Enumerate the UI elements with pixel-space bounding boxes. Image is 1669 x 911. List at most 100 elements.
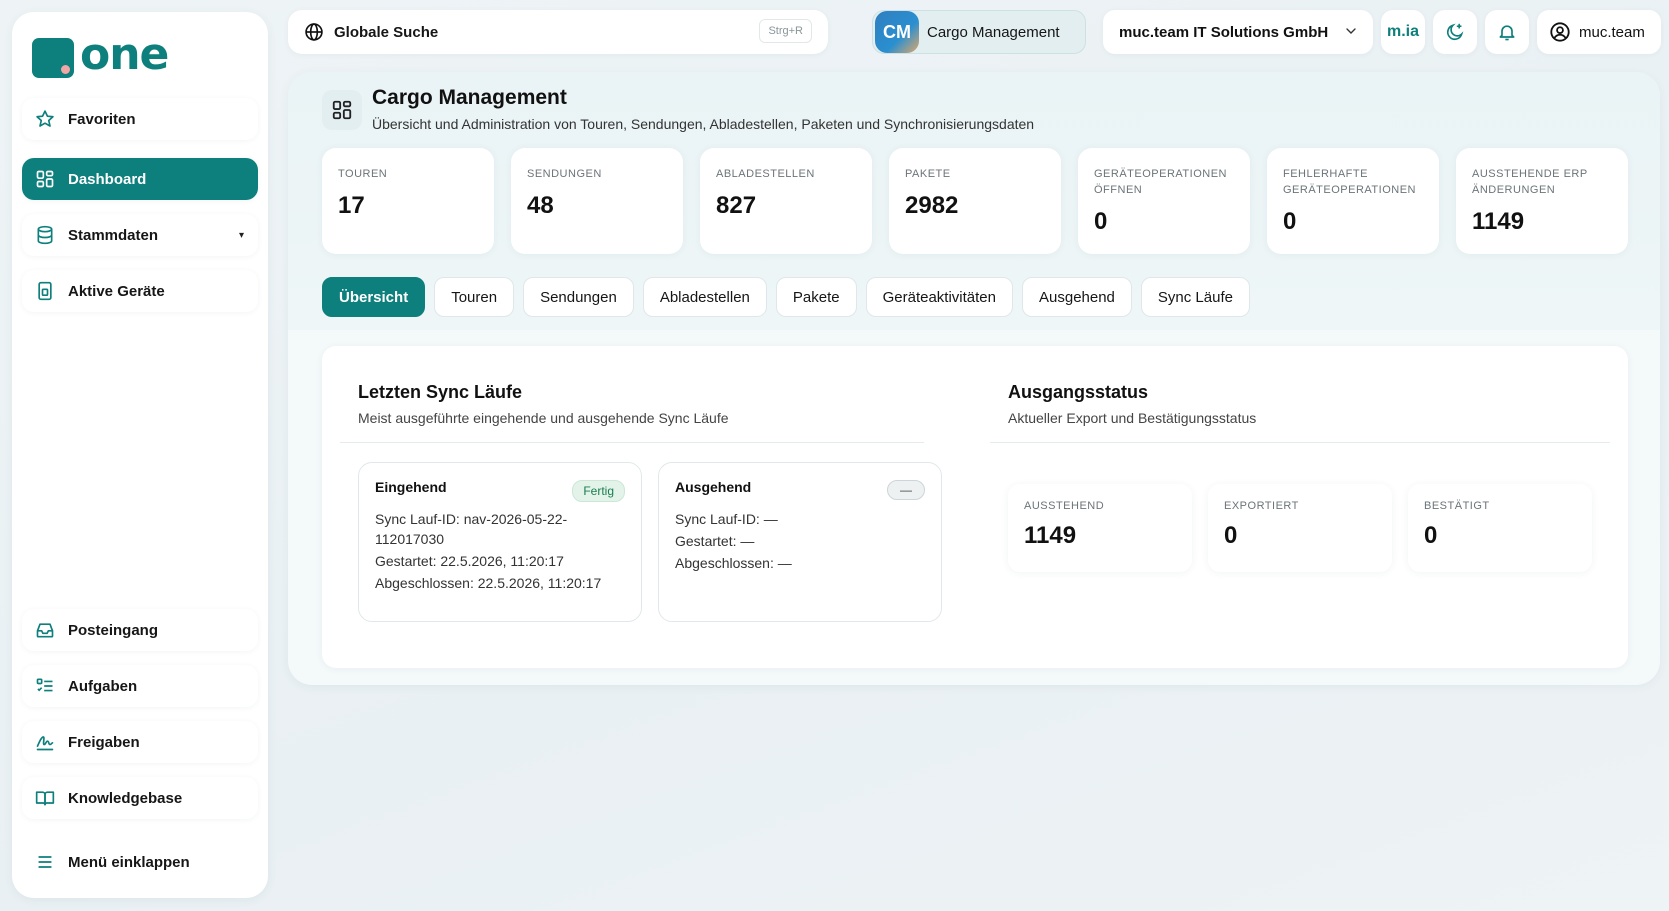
output-card-bestaetigt: Bestätigt 0 [1408, 484, 1592, 572]
database-icon [34, 224, 56, 246]
moon-icon [1445, 22, 1465, 42]
tab-sendungen[interactable]: Sendungen [523, 277, 634, 317]
chevron-down-icon [1343, 23, 1359, 39]
tab-touren[interactable]: Touren [434, 277, 515, 317]
panel-subtitle: Meist ausgeführte eingehende und ausgehe… [358, 410, 729, 426]
output-label: Ausstehend [1024, 500, 1105, 512]
stat-value: 0 [1094, 208, 1108, 235]
sidebar-item-posteingang[interactable]: Posteingang [22, 609, 258, 651]
stat-card-fehlerhafte-geraeteoperationen: Fehlerhafte Geräteoperationen 0 [1267, 148, 1439, 254]
page-title: Cargo Management [372, 86, 567, 109]
sync-started: Gestartet: — [675, 533, 755, 549]
sidebar-item-aktive-geraete[interactable]: Aktive Geräte [22, 270, 258, 312]
output-card-exportiert: Exportiert 0 [1208, 484, 1392, 572]
theme-toggle-button[interactable] [1433, 10, 1477, 54]
tab-geraeteaktivitaeten[interactable]: Geräteaktivitäten [865, 277, 1013, 317]
tab-sync-laeufe[interactable]: Sync Läufe [1140, 277, 1250, 317]
stat-label: Sendungen [527, 168, 602, 180]
sidebar-item-stammdaten[interactable]: Stammdaten ▾ [22, 214, 258, 256]
notifications-button[interactable] [1485, 10, 1529, 54]
user-menu-button[interactable]: muc.team [1537, 10, 1661, 54]
stat-value: 17 [338, 192, 365, 219]
main-content: Cargo Management Übersicht und Administr… [288, 72, 1660, 685]
stat-card-sendungen: Sendungen 48 [511, 148, 683, 254]
overview-content: Letzten Sync Läufe Meist ausgeführte ein… [322, 346, 1628, 668]
sidebar-item-label: Aufgaben [68, 677, 138, 695]
stat-card-abladestellen: Abladestellen 827 [700, 148, 872, 254]
sidebar-item-favoriten[interactable]: Favoriten [22, 98, 258, 140]
status-badge: Fertig [572, 480, 625, 502]
dashboard-icon [34, 168, 56, 190]
globe-icon [304, 22, 324, 42]
page-subtitle: Übersicht und Administration von Touren,… [372, 116, 1035, 132]
app-switcher[interactable]: CM Cargo Management [872, 10, 1086, 54]
output-card-ausstehend: Ausstehend 1149 [1008, 484, 1192, 572]
stat-card-pakete: Pakete 2982 [889, 148, 1061, 254]
output-label: Exportiert [1224, 500, 1299, 512]
app-badge: CM [875, 11, 919, 53]
sidebar-item-dashboard[interactable]: Dashboard [22, 158, 258, 200]
sidebar-item-label: Stammdaten [68, 226, 159, 244]
user-circle-icon [1549, 21, 1571, 43]
assistant-label: m.ia [1386, 23, 1419, 40]
star-icon [34, 108, 56, 130]
divider [340, 442, 924, 443]
logo-mark [32, 38, 74, 78]
tasks-icon [34, 675, 56, 697]
tab-abladestellen[interactable]: Abladestellen [642, 277, 767, 317]
sync-finished: Abgeschlossen: 22.5.2026, 11:20:17 [375, 575, 602, 591]
sidebar-item-freigaben[interactable]: Freigaben [22, 721, 258, 763]
stat-value: 827 [716, 192, 757, 219]
divider [990, 442, 1610, 443]
menu-icon [34, 851, 56, 873]
sidebar-item-label: Favoriten [68, 110, 136, 128]
assistant-button[interactable]: m.ia [1381, 10, 1425, 54]
company-selector[interactable]: muc.team IT Solutions GmbH [1103, 10, 1373, 54]
sync-card-outgoing: Ausgehend — Sync Lauf-ID: — Gestartet: —… [658, 462, 942, 622]
stat-label: Geräteoperationen öffnen [1094, 168, 1227, 196]
sidebar-item-label: Dashboard [68, 170, 147, 188]
sidebar-item-label: Freigaben [68, 733, 140, 751]
tab-bar: Übersicht Touren Sendungen Abladestellen… [322, 277, 1250, 317]
panel-title: Ausgangsstatus [1008, 382, 1149, 402]
sync-card-incoming: Eingehend Fertig Sync Lauf-ID: nav-2026-… [358, 462, 642, 622]
output-value: 1149 [1024, 522, 1077, 549]
app-name: Cargo Management [927, 23, 1060, 41]
panel-title: Letzten Sync Läufe [358, 382, 523, 402]
global-search-button[interactable]: Globale Suche Strg+R [288, 10, 828, 54]
tab-ausgehend[interactable]: Ausgehend [1022, 277, 1132, 317]
sidebar-item-label: Menü einklappen [68, 853, 190, 871]
sync-started: Gestartet: 22.5.2026, 11:20:17 [375, 553, 564, 569]
search-shortcut: Strg+R [759, 19, 812, 43]
stat-value: 2982 [905, 192, 959, 219]
stat-label: Abladestellen [716, 168, 815, 180]
signature-icon [34, 731, 56, 753]
output-label: Bestätigt [1424, 500, 1490, 512]
stat-card-erp-aenderungen: Ausstehende ERP Änderungen 1149 [1456, 148, 1628, 254]
stat-card-geraeteoperationen-offen: Geräteoperationen öffnen 0 [1078, 148, 1250, 254]
stat-label: Fehlerhafte Geräteoperationen [1283, 168, 1416, 196]
output-value: 0 [1424, 522, 1438, 549]
sidebar-item-aufgaben[interactable]: Aufgaben [22, 665, 258, 707]
sync-finished: Abgeschlossen: — [675, 555, 792, 571]
device-icon [34, 280, 56, 302]
chevron-down-icon[interactable]: ▾ [239, 230, 244, 241]
tab-uebersicht[interactable]: Übersicht [322, 277, 426, 317]
output-value: 0 [1224, 522, 1238, 549]
sidebar-item-label: Posteingang [68, 621, 159, 639]
bell-icon [1497, 22, 1517, 42]
global-search-label: Globale Suche [334, 23, 439, 41]
stat-label: Touren [338, 168, 388, 180]
sync-run-id: Sync Lauf-ID: nav-2026-05-22-112017030 [375, 511, 568, 547]
logo-text: one [80, 29, 169, 80]
inbox-icon [34, 619, 56, 641]
sidebar-item-knowledgebase[interactable]: Knowledgebase [22, 777, 258, 819]
sidebar-item-label: Knowledgebase [68, 789, 183, 807]
sidebar: one Favoriten Dashboard Stammdaten ▾ Akt… [12, 12, 268, 898]
stat-card-touren: Touren 17 [322, 148, 494, 254]
user-name: muc.team [1579, 23, 1645, 41]
output-status-panel: Ausgangsstatus Aktueller Export und Best… [990, 366, 1610, 656]
tab-pakete[interactable]: Pakete [775, 277, 857, 317]
brand-logo[interactable]: one [32, 29, 169, 86]
collapse-menu-button[interactable]: Menü einklappen [22, 841, 258, 883]
